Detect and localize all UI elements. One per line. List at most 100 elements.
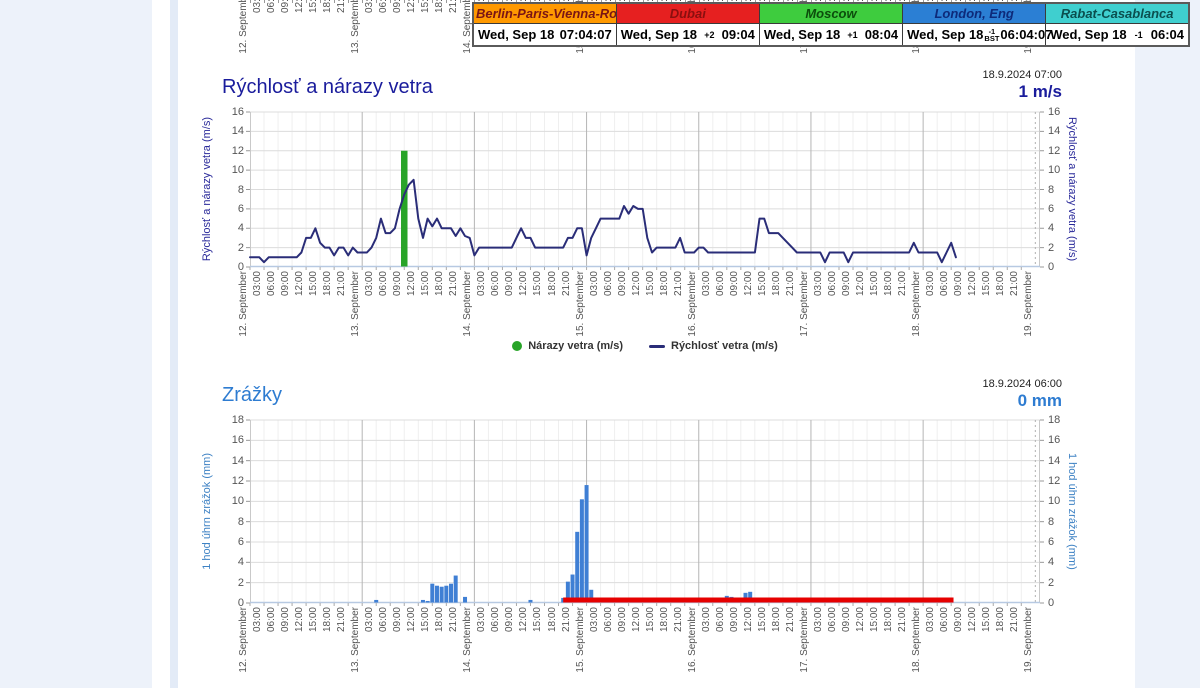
x-hour-label: 18:00	[434, 607, 446, 636]
top-strip-hour-label: 03:00	[364, 0, 376, 17]
x-hour-label: 06:00	[490, 271, 502, 300]
top-strip-tick	[460, 0, 461, 3]
x-day-label: 16. September	[687, 271, 699, 341]
x-day-label: 17. September	[799, 271, 811, 341]
y-tick-label: 2	[1048, 577, 1068, 589]
x-hour-label: 12:00	[743, 607, 755, 636]
top-strip-tick	[404, 0, 405, 3]
world-clock-header-row: Berlin-Paris-Vienna-RomaDubaiMoscowLondo…	[473, 3, 1189, 24]
x-day-label: 12. September	[238, 607, 250, 677]
wind-yaxis-title-left: Rýchlosť a nárazy vetra (m/s)	[201, 112, 213, 267]
top-strip-tick	[376, 0, 377, 3]
x-hour-label: 15:00	[532, 271, 544, 300]
wind-current-value: 1 m/s	[812, 82, 1062, 102]
x-hour-label: 03:00	[252, 607, 264, 636]
wind-chart-title: Rýchlosť a nárazy vetra	[222, 76, 433, 99]
x-day-label: 15. September	[575, 271, 587, 341]
x-hour-label: 06:00	[378, 271, 390, 300]
x-hour-label: 09:00	[953, 271, 965, 300]
clock-cell-5: Wed, Sep 18-106:04	[1046, 24, 1189, 47]
y-tick-label: 14	[224, 455, 244, 467]
y-tick-label: 8	[224, 184, 244, 196]
wind-speed-line	[250, 180, 956, 262]
y-tick-label: 2	[1048, 242, 1068, 254]
x-hour-label: 06:00	[603, 271, 615, 300]
top-strip-hour-label: 15:00	[308, 0, 320, 17]
y-tick-label: 10	[1048, 495, 1068, 507]
x-hour-label: 12:00	[294, 607, 306, 636]
bar-43	[449, 584, 453, 603]
x-hour-label: 21:00	[336, 271, 348, 300]
x-hour-label: 09:00	[504, 607, 516, 636]
x-hour-label: 18:00	[322, 607, 334, 636]
x-hour-label: 18:00	[883, 607, 895, 636]
x-hour-label: 21:00	[1009, 607, 1021, 636]
x-hour-label: 09:00	[841, 271, 853, 300]
precip-chart-plot[interactable]	[250, 420, 1040, 603]
y-tick-label: 12	[224, 145, 244, 157]
x-hour-label: 21:00	[561, 607, 573, 636]
bar-42	[444, 586, 448, 603]
x-hour-label: 18:00	[771, 607, 783, 636]
y-tick-label: 2	[224, 577, 244, 589]
top-strip-tick	[362, 0, 363, 3]
clock-cell-3: Wed, Sep 18+108:04	[759, 24, 902, 47]
x-hour-label: 09:00	[953, 607, 965, 636]
x-hour-label: 06:00	[939, 607, 951, 636]
y-tick-label: 4	[224, 556, 244, 568]
y-tick-label: 14	[1048, 125, 1068, 137]
bar-44	[454, 576, 458, 603]
top-strip-tick	[348, 0, 349, 3]
top-strip-tick	[306, 0, 307, 3]
clock-cell-2: Wed, Sep 18+209:04	[616, 24, 759, 47]
x-hour-label: 12:00	[631, 271, 643, 300]
left-divider-strip	[170, 0, 178, 688]
y-tick-label: 6	[1048, 203, 1068, 215]
clock-city-4: London, Eng	[903, 3, 1046, 24]
x-hour-label: 06:00	[827, 271, 839, 300]
wind-current-time: 18.9.2024 07:00	[812, 69, 1062, 81]
y-tick-label: 6	[224, 536, 244, 548]
x-hour-label: 12:00	[518, 607, 530, 636]
x-day-label: 19. September	[1023, 607, 1035, 677]
x-hour-label: 21:00	[448, 271, 460, 300]
top-strip-tick	[250, 0, 251, 3]
wind-chart-plot[interactable]	[250, 112, 1040, 267]
y-tick-label: 12	[1048, 475, 1068, 487]
bar-60	[528, 600, 532, 603]
top-strip-hour-label: 09:00	[280, 0, 292, 17]
x-hour-label: 15:00	[757, 607, 769, 636]
precip-current-value: 0 mm	[812, 391, 1062, 411]
x-day-label: 14. September	[462, 607, 474, 677]
x-day-label: 17. September	[799, 607, 811, 677]
y-tick-label: 4	[224, 222, 244, 234]
x-hour-label: 15:00	[532, 607, 544, 636]
speed-legend-label: Rýchlosť vetra (m/s)	[671, 340, 778, 352]
top-strip-hour-label: 12:00	[294, 0, 306, 17]
y-tick-label: 0	[1048, 597, 1068, 609]
x-hour-label: 21:00	[785, 271, 797, 300]
x-hour-label: 12:00	[855, 271, 867, 300]
bar-71	[580, 499, 584, 602]
top-strip-hour-label: 09:00	[392, 0, 404, 17]
bar-72	[585, 485, 589, 602]
x-hour-label: 09:00	[617, 271, 629, 300]
clock-city-3: Moscow	[759, 3, 902, 24]
x-hour-label: 21:00	[336, 607, 348, 636]
x-hour-label: 12:00	[518, 271, 530, 300]
x-day-label: 13. September	[350, 271, 362, 341]
x-hour-label: 06:00	[827, 607, 839, 636]
precip-yaxis-title-right: 1 hod úhrn zrážok (mm)	[1066, 420, 1078, 603]
top-strip-hour-label: 15:00	[420, 0, 432, 17]
x-hour-label: 12:00	[406, 607, 418, 636]
clock-cell-4: Wed, Sep 18-1BST06:04:07	[903, 24, 1046, 47]
bar-46	[463, 597, 467, 603]
bar-40	[435, 586, 439, 603]
x-hour-label: 18:00	[995, 607, 1007, 636]
x-hour-label: 03:00	[813, 271, 825, 300]
bar-33	[401, 151, 408, 267]
top-strip-hour-label: 06:00	[378, 0, 390, 17]
x-hour-label: 12:00	[967, 607, 979, 636]
y-tick-label: 4	[1048, 556, 1068, 568]
x-hour-label: 09:00	[841, 607, 853, 636]
